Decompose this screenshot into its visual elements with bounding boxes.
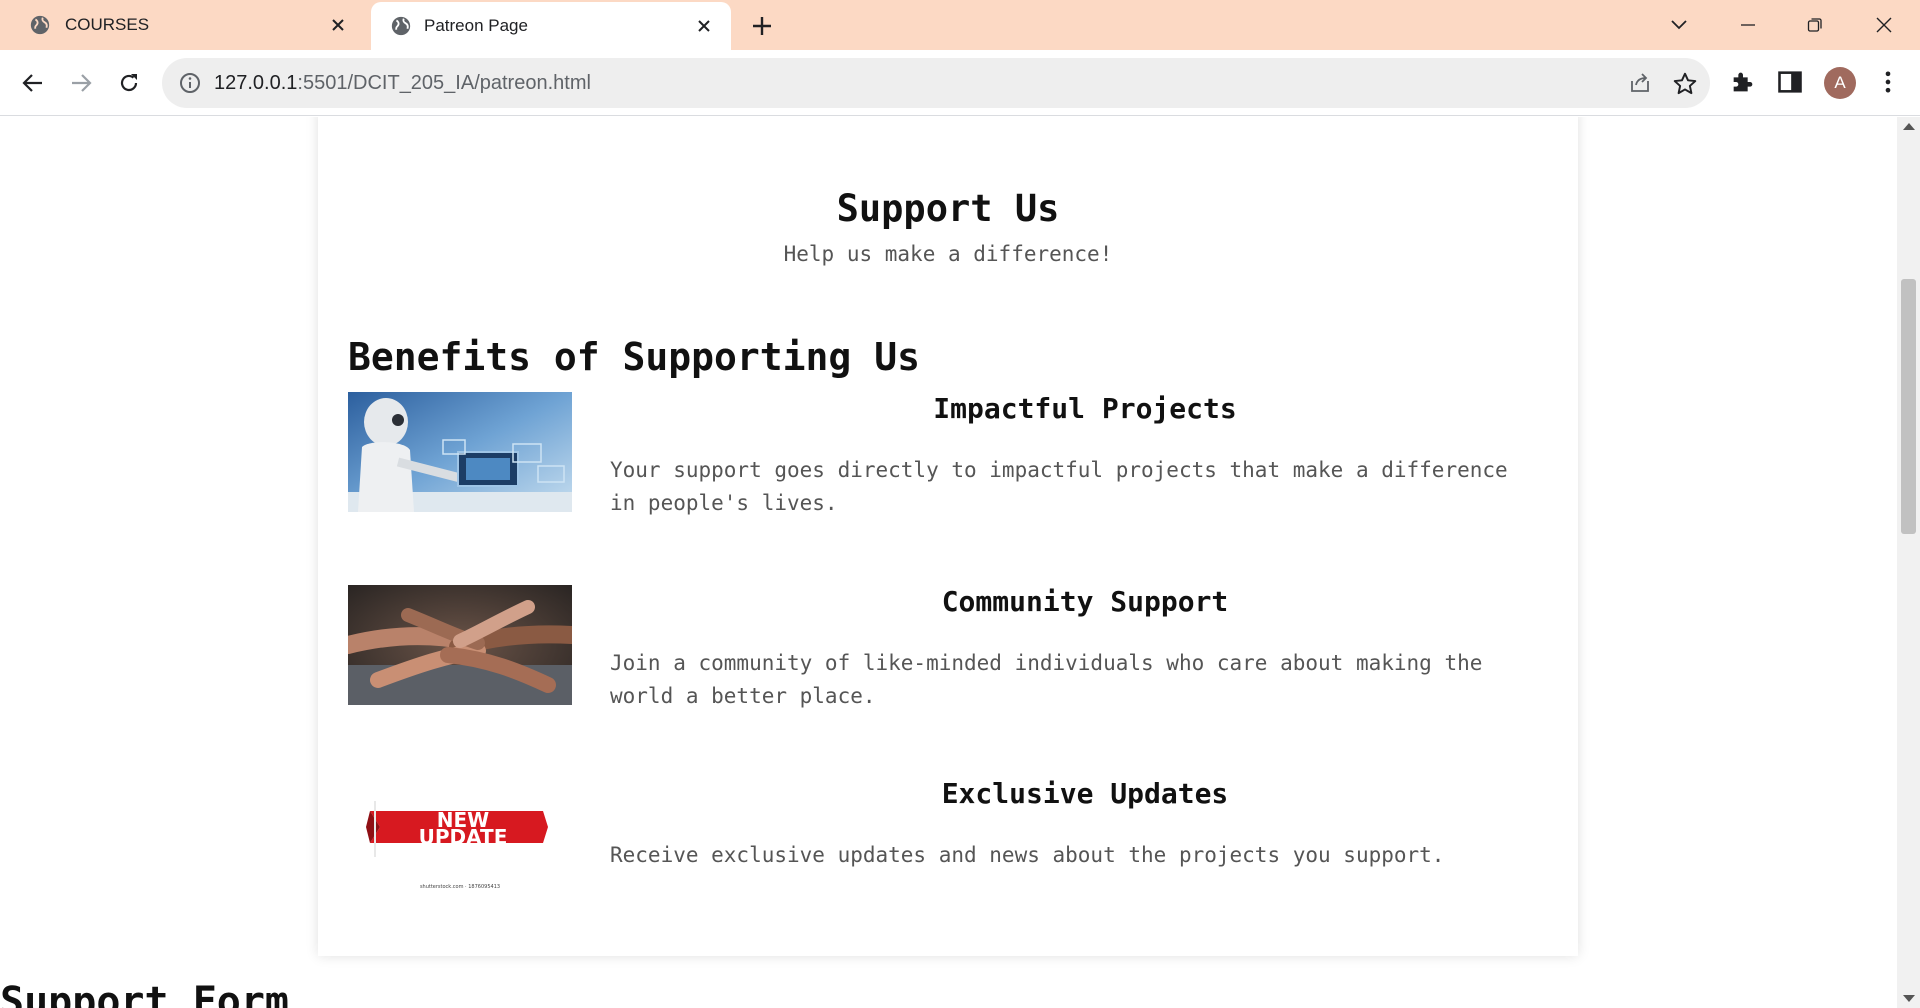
browser-toolbar: 127.0.0.1:5501/DCIT_205_IA/patreon.html <box>0 50 1920 116</box>
close-tab-icon[interactable] <box>327 14 349 36</box>
url-host: 127.0.0.1 <box>214 72 298 94</box>
tab-strip: COURSES Patreon Page <box>0 0 1920 50</box>
tab-title: COURSES <box>65 15 150 34</box>
forward-icon[interactable] <box>66 68 96 98</box>
new-update-banner-image: NEW UPDATE shutterstock.com · 1876095413 <box>348 777 572 897</box>
globe-icon <box>30 15 50 35</box>
banner-text-update: UPDATE <box>419 825 508 849</box>
robot-laptop-image <box>348 392 572 512</box>
benefit-item: NEW UPDATE shutterstock.com · 1876095413… <box>348 777 1558 907</box>
scroll-up-arrow-icon[interactable] <box>1903 123 1915 130</box>
support-title: Support Us <box>836 187 1060 230</box>
extensions-puzzle-icon[interactable] <box>1729 68 1757 96</box>
close-tab-icon[interactable] <box>693 15 715 37</box>
minimize-icon[interactable] <box>1733 10 1763 40</box>
reload-icon[interactable] <box>114 68 144 98</box>
benefits-heading: Benefits of Supporting Us <box>348 335 920 379</box>
tab-courses[interactable]: COURSES <box>0 0 365 50</box>
support-card: Support Us Help us make a difference! Be… <box>318 117 1578 956</box>
globe-icon <box>391 16 411 36</box>
close-window-icon[interactable] <box>1869 10 1899 40</box>
url-text[interactable]: 127.0.0.1:5501/DCIT_205_IA/patreon.html <box>214 72 591 95</box>
scrollbar-thumb[interactable] <box>1901 279 1916 534</box>
benefit-text: Receive exclusive updates and news about… <box>610 843 1445 867</box>
back-icon[interactable] <box>18 68 48 98</box>
support-subtitle: Help us make a difference! <box>783 242 1113 266</box>
tab-patreon-page[interactable]: Patreon Page <box>371 2 731 50</box>
new-tab-icon[interactable] <box>748 12 776 40</box>
tab-search-chevron-icon[interactable] <box>1664 10 1694 40</box>
site-info-icon[interactable] <box>178 71 202 95</box>
benefit-title: Impactful Projects <box>933 392 1237 425</box>
stacked-hands-image <box>348 585 572 705</box>
benefit-item: Community Support Join a community of li… <box>348 585 1558 715</box>
url-path: :5501/DCIT_205_IA/patreon.html <box>297 72 591 94</box>
benefit-title: Exclusive Updates <box>941 777 1229 810</box>
page-viewport: Support Us Help us make a difference! Be… <box>0 117 1897 1008</box>
benefit-title: Community Support <box>941 585 1229 618</box>
scroll-down-arrow-icon[interactable] <box>1903 995 1915 1002</box>
more-menu-icon[interactable] <box>1874 68 1902 96</box>
benefit-item: Impactful Projects Your support goes dir… <box>348 392 1558 522</box>
benefit-text: Your support goes directly to impactful … <box>610 458 1508 515</box>
support-form-heading: Support Form <box>0 979 289 1008</box>
page-scrollbar[interactable] <box>1897 117 1920 1008</box>
bookmark-star-icon[interactable] <box>1672 71 1698 97</box>
share-icon[interactable] <box>1628 71 1652 95</box>
profile-avatar[interactable]: A <box>1824 67 1856 99</box>
benefit-text: Join a community of like-minded individu… <box>610 651 1483 708</box>
side-panel-icon[interactable] <box>1776 68 1804 96</box>
address-bar[interactable]: 127.0.0.1:5501/DCIT_205_IA/patreon.html <box>162 58 1710 108</box>
tab-title: Patreon Page <box>424 16 528 35</box>
restore-icon[interactable] <box>1800 10 1830 40</box>
banner-caption: shutterstock.com · 1876095413 <box>420 884 500 890</box>
